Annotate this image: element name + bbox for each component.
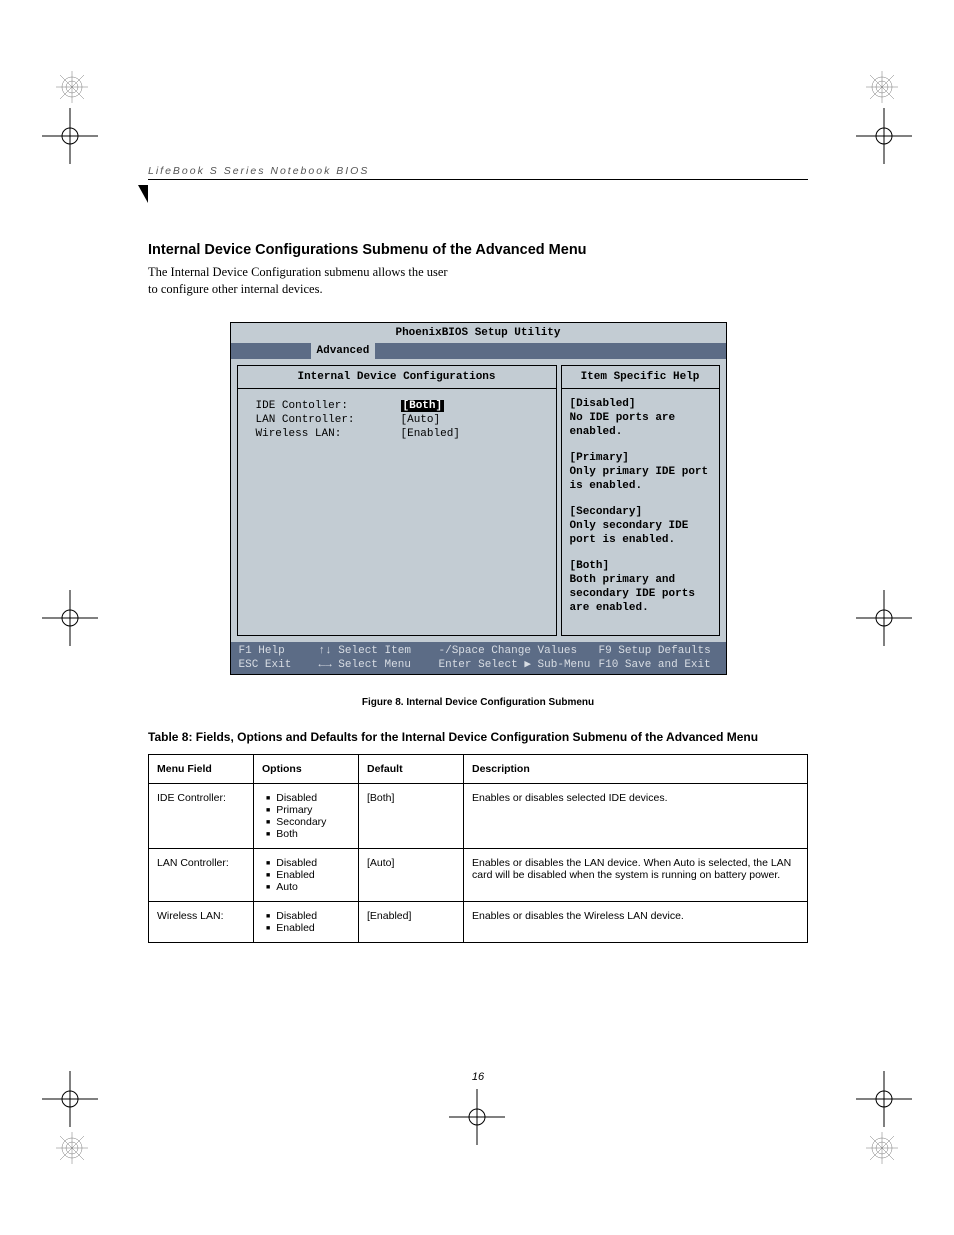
table-header: Default xyxy=(359,754,464,783)
running-header: LifeBook S Series Notebook BIOS xyxy=(148,165,808,180)
bios-field-row[interactable]: IDE Contoller:[Both] xyxy=(256,399,538,413)
table-title: Table 8: Fields, Options and Defaults fo… xyxy=(148,730,808,744)
bios-help-text: [Secondary]Only secondary IDE port is en… xyxy=(570,505,713,547)
page-number: 16 xyxy=(148,1071,808,1083)
bios-help-text: [Primary]Only primary IDE port is enable… xyxy=(570,451,713,493)
bios-field-label: Wireless LAN: xyxy=(256,427,401,441)
bios-help-title: Item Specific Help xyxy=(562,366,719,389)
bios-screenshot: PhoenixBIOS Setup Utility Advanced Inter… xyxy=(230,322,727,675)
cell-menu-field: IDE Controller: xyxy=(149,783,254,848)
cell-default: [Both] xyxy=(359,783,464,848)
registration-icon xyxy=(856,1071,912,1127)
option-item: Secondary xyxy=(266,816,350,828)
bios-field-row[interactable]: LAN Controller:[Auto] xyxy=(256,413,538,427)
bios-key-setup-defaults: F9 Setup Defaults xyxy=(599,644,718,658)
intro-text: The Internal Device Configuration submen… xyxy=(148,264,458,298)
option-item: Enabled xyxy=(266,922,350,934)
option-item: Auto xyxy=(266,881,350,893)
bios-field-value[interactable]: [Auto] xyxy=(401,413,441,427)
bios-key-select-item: ↑↓ Select Item xyxy=(319,644,439,658)
bios-help-panel: Item Specific Help [Disabled]No IDE port… xyxy=(561,365,720,636)
bios-key-select-submenu: Enter Select ▶ Sub-Menu xyxy=(439,658,599,672)
registration-icon xyxy=(856,590,912,646)
table-header: Menu Field xyxy=(149,754,254,783)
cell-description: Enables or disables selected IDE devices… xyxy=(464,783,808,848)
registration-icon xyxy=(42,108,98,164)
bios-left-title: Internal Device Configurations xyxy=(238,366,556,389)
cell-default: [Auto] xyxy=(359,848,464,901)
bios-help-text: [Disabled]No IDE ports are enabled. xyxy=(570,397,713,439)
bios-key-change-values: -/Space Change Values xyxy=(439,644,599,658)
crop-ornament xyxy=(55,1131,89,1165)
bios-key-help: F1 Help xyxy=(239,644,319,658)
crop-ornament xyxy=(865,1131,899,1165)
registration-icon xyxy=(42,590,98,646)
table-header: Options xyxy=(254,754,359,783)
section-marker-icon xyxy=(138,185,152,208)
cell-options: DisabledEnabled xyxy=(254,901,359,942)
figure-caption: Figure 8. Internal Device Configuration … xyxy=(148,697,808,708)
option-item: Disabled xyxy=(266,857,350,869)
cell-default: [Enabled] xyxy=(359,901,464,942)
bios-key-exit: ESC Exit xyxy=(239,658,319,672)
bios-key-save-exit: F10 Save and Exit xyxy=(599,658,718,672)
bios-field-row[interactable]: Wireless LAN:[Enabled] xyxy=(256,427,538,441)
option-item: Disabled xyxy=(266,910,350,922)
fields-table: Menu FieldOptionsDefaultDescription IDE … xyxy=(148,754,808,943)
section-heading: Internal Device Configurations Submenu o… xyxy=(148,242,808,258)
bios-field-value[interactable]: [Enabled] xyxy=(401,427,460,441)
bios-help-text: [Both]Both primary and secondary IDE por… xyxy=(570,559,713,615)
option-item: Primary xyxy=(266,804,350,816)
bios-field-value[interactable]: [Both] xyxy=(401,399,445,413)
cell-menu-field: Wireless LAN: xyxy=(149,901,254,942)
bios-title: PhoenixBIOS Setup Utility xyxy=(231,323,726,343)
bios-field-label: IDE Contoller: xyxy=(256,399,401,413)
option-item: Disabled xyxy=(266,792,350,804)
cell-menu-field: LAN Controller: xyxy=(149,848,254,901)
option-item: Enabled xyxy=(266,869,350,881)
bios-tab-advanced[interactable]: Advanced xyxy=(311,343,376,359)
bios-left-panel: Internal Device Configurations IDE Conto… xyxy=(237,365,557,636)
table-row: LAN Controller:DisabledEnabledAuto[Auto]… xyxy=(149,848,808,901)
cell-description: Enables or disables the Wireless LAN dev… xyxy=(464,901,808,942)
registration-icon xyxy=(449,1089,505,1145)
registration-icon xyxy=(42,1071,98,1127)
bios-key-select-menu: ←→ Select Menu xyxy=(319,658,439,672)
table-header: Description xyxy=(464,754,808,783)
crop-ornament xyxy=(865,70,899,104)
cell-description: Enables or disables the LAN device. When… xyxy=(464,848,808,901)
bios-footer: F1 Help ↑↓ Select Item -/Space Change Va… xyxy=(231,642,726,674)
bios-tab-bar: Advanced xyxy=(231,343,726,359)
table-row: IDE Controller:DisabledPrimarySecondaryB… xyxy=(149,783,808,848)
cell-options: DisabledPrimarySecondaryBoth xyxy=(254,783,359,848)
table-row: Wireless LAN:DisabledEnabled[Enabled]Ena… xyxy=(149,901,808,942)
registration-icon xyxy=(856,108,912,164)
option-item: Both xyxy=(266,828,350,840)
crop-ornament xyxy=(55,70,89,104)
bios-field-label: LAN Controller: xyxy=(256,413,401,427)
cell-options: DisabledEnabledAuto xyxy=(254,848,359,901)
